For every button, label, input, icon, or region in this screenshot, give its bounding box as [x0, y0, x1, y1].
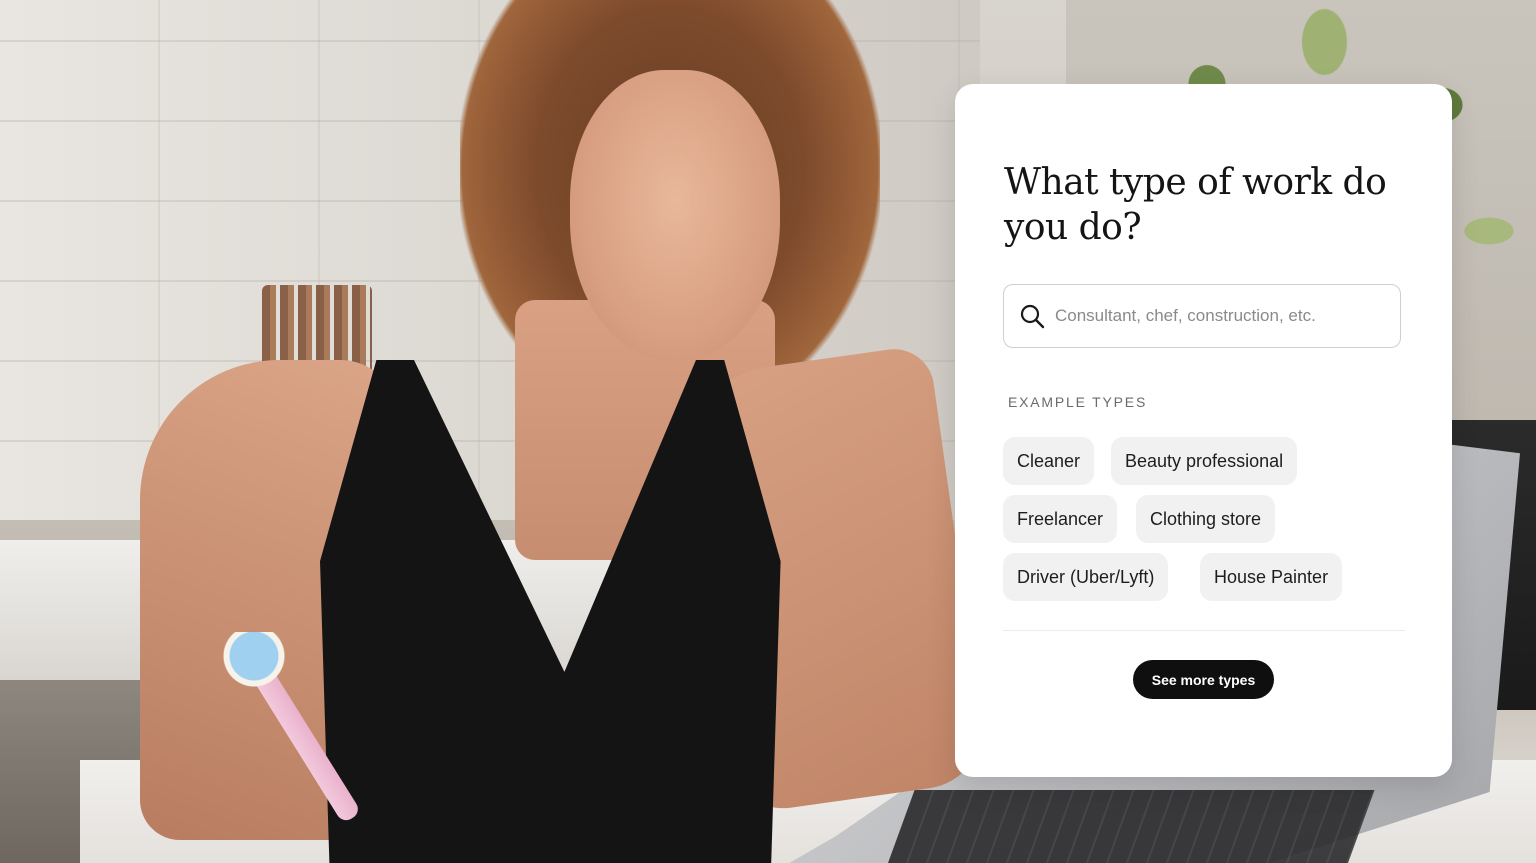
example-types-label: EXAMPLE TYPES	[1008, 394, 1148, 410]
chip-clothing-store[interactable]: Clothing store	[1136, 495, 1276, 543]
page-title: What type of work do you do?	[1004, 162, 1387, 248]
search-input[interactable]	[1055, 296, 1385, 336]
chip-freelancer[interactable]: Freelancer	[1003, 495, 1118, 543]
search-icon	[1019, 303, 1045, 329]
background-photo: What type of work do you do? EXAMPLE TYP…	[0, 0, 1536, 863]
cactus-pen-topper	[222, 632, 286, 692]
chip-house-painter[interactable]: House Painter	[1200, 553, 1343, 601]
chip-driver[interactable]: Driver (Uber/Lyft)	[1003, 553, 1169, 601]
chip-beauty-professional[interactable]: Beauty professional	[1111, 437, 1298, 485]
divider	[1003, 630, 1405, 631]
search-field[interactable]	[1003, 284, 1401, 348]
face	[570, 70, 780, 360]
see-more-types-button[interactable]: See more types	[1133, 660, 1274, 699]
chip-cleaner[interactable]: Cleaner	[1003, 437, 1095, 485]
woman-writing	[0, 0, 990, 863]
work-type-card: What type of work do you do? EXAMPLE TYP…	[955, 84, 1452, 777]
laptop-keyboard	[885, 790, 1375, 863]
